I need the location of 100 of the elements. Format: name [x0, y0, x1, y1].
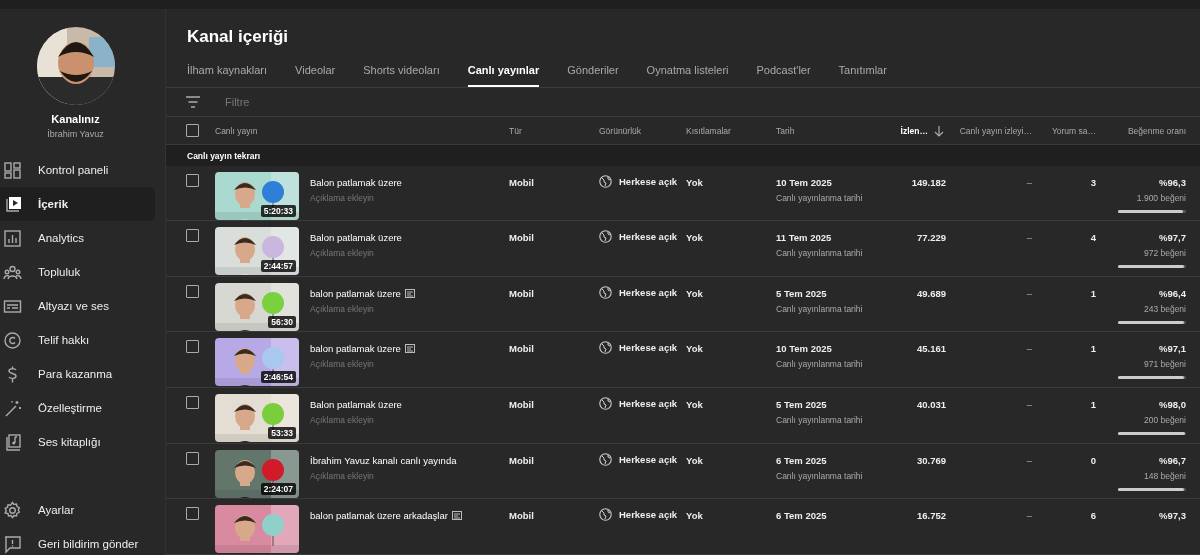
date-text: 5 Tem 2025: [776, 287, 828, 299]
nav-item[interactable]: Topluluk: [0, 255, 155, 289]
visibility-label: Herkese açık: [619, 509, 678, 521]
column-header[interactable]: Canlı yayın: [215, 125, 258, 136]
video-title[interactable]: balon patlamak üzere arkadaşlar: [310, 510, 448, 522]
date-text: 6 Tem 2025: [776, 510, 828, 522]
like-ratio: %96,7: [1159, 454, 1186, 466]
tab[interactable]: Tanıtımlar: [838, 64, 887, 88]
likes-count: 1.900 beğeni: [1136, 192, 1186, 203]
comments-count: 1: [1090, 343, 1096, 355]
checkbox[interactable]: [186, 284, 199, 298]
type-cell-text: Mobil: [509, 453, 535, 466]
like-ratio: %97,1: [1159, 343, 1186, 355]
filter-field[interactable]: Filtre: [223, 94, 427, 109]
column-header[interactable]: Görünürlük: [599, 125, 642, 136]
nav-item[interactable]: İçerik: [0, 187, 155, 221]
visibility-label: Herkese açık: [619, 175, 678, 187]
visibility-label: Herkese açık: [619, 286, 678, 298]
globe-icon: [599, 508, 612, 522]
likes-count: 972 beğeni: [1143, 248, 1186, 259]
column-header[interactable]: Canlı yayın izleyi…: [959, 125, 1032, 136]
channel-label: Kanalınız: [50, 113, 101, 125]
live-viewers-value: –: [1026, 399, 1032, 411]
live-viewers-value: –: [1026, 287, 1032, 299]
date-text: 6 Tem 2025: [776, 454, 828, 466]
column-header[interactable]: Tarih: [776, 125, 795, 136]
type-cell-text: Mobil: [509, 175, 535, 188]
tab[interactable]: Oynatma listeleri: [646, 64, 729, 88]
comments-count: 4: [1090, 232, 1096, 244]
like-ratio: %96,4: [1159, 287, 1186, 299]
visibility-label: Herkese açık: [619, 342, 678, 354]
tab[interactable]: İlham kaynakları: [187, 64, 268, 88]
nav-item[interactable]: Telif hakkı: [0, 323, 155, 357]
date-text: 10 Tem 2025: [776, 343, 833, 355]
views-count: 40.031: [916, 399, 946, 411]
tab[interactable]: Videolar: [295, 64, 336, 88]
restrictions-cell-text: Yok: [686, 509, 704, 522]
checkbox[interactable]: [186, 396, 199, 410]
like-ratio-bar: [1118, 376, 1186, 380]
copyright-icon: [3, 330, 22, 350]
date-note: Canlı yayınlanma tarihi: [776, 303, 864, 314]
checkbox[interactable]: [186, 507, 199, 521]
column-header[interactable]: İzlen…: [900, 125, 928, 136]
checkbox[interactable]: [186, 124, 199, 138]
nav-item[interactable]: Ses kitaplığı: [0, 425, 155, 459]
date-note: Canlı yayınlanma tarihi: [776, 415, 864, 426]
nav-item[interactable]: Kontrol paneli: [0, 153, 155, 187]
tab[interactable]: Canlı yayınlar: [467, 64, 540, 88]
tab[interactable]: Shorts videoları: [363, 64, 440, 88]
checkbox[interactable]: [186, 340, 199, 354]
checkbox[interactable]: [186, 451, 199, 465]
globe-icon: [599, 452, 612, 466]
column-header[interactable]: Kısıtlamalar: [686, 125, 731, 136]
comments-count: 1: [1090, 287, 1096, 299]
video-title[interactable]: Balon patlamak üzere: [310, 232, 402, 244]
live-viewers-value: –: [1026, 176, 1032, 188]
video-title[interactable]: İbrahim Yavuz kanalı canlı yayında: [310, 454, 457, 466]
date-note: Canlı yayınlanma tarihi: [776, 359, 864, 370]
tab[interactable]: Gönderiler: [567, 64, 619, 88]
globe-icon: [599, 285, 612, 299]
video-title[interactable]: balon patlamak üzere: [310, 287, 401, 299]
nav-item[interactable]: Para kazanma: [0, 357, 155, 391]
nav-item[interactable]: Özelleştirme: [0, 391, 155, 425]
live-viewers-value: –: [1026, 343, 1032, 355]
video-title[interactable]: Balon patlamak üzere: [310, 176, 402, 188]
globe-icon: [599, 230, 612, 244]
views-count: 77.229: [916, 232, 946, 244]
type-cell-text: Mobil: [509, 509, 535, 522]
nav-item[interactable]: Geri bildirim gönder: [0, 527, 155, 555]
likes-count: 148 beğeni: [1143, 470, 1186, 481]
column-header[interactable]: Beğenme oranı: [1127, 125, 1186, 136]
restrictions-cell-text: Yok: [686, 398, 704, 411]
date-note: Canlı yayınlanma tarihi: [776, 470, 864, 481]
likes-count: 243 beğeni: [1143, 303, 1186, 314]
music-note-icon: [3, 432, 22, 452]
nav-item[interactable]: Analytics: [0, 221, 155, 255]
checkbox[interactable]: [186, 229, 199, 243]
like-ratio: %96,3: [1159, 176, 1186, 188]
type-cell-text: Mobil: [509, 231, 535, 244]
restrictions-cell-text: Yok: [686, 453, 704, 466]
views-count: 30.769: [916, 454, 946, 466]
globe-icon: [599, 174, 612, 188]
restrictions-cell-text: Yok: [686, 286, 704, 299]
visibility-label: Herkese açık: [619, 398, 678, 410]
nav-item[interactable]: Altyazı ve ses: [0, 289, 155, 323]
duration-badge: 53:33: [268, 427, 296, 440]
video-title[interactable]: balon patlamak üzere: [310, 343, 401, 355]
restrictions-cell-text: Yok: [686, 342, 704, 355]
live-viewers-value: –: [1026, 454, 1032, 466]
like-ratio: %97,3: [1159, 510, 1186, 522]
date-note: Canlı yayınlanma tarihi: [776, 248, 864, 259]
column-header[interactable]: Yorum sa…: [1051, 125, 1096, 136]
tab[interactable]: Podcast'ler: [756, 64, 811, 88]
video-title[interactable]: Balon patlamak üzere: [310, 399, 402, 411]
column-header[interactable]: Tür: [509, 125, 522, 136]
checkbox[interactable]: [186, 173, 199, 187]
views-count: 149.182: [911, 176, 946, 188]
like-ratio-bar: [1118, 265, 1186, 269]
likes-count: 971 beğeni: [1143, 359, 1186, 370]
nav-item[interactable]: Ayarlar: [0, 493, 155, 527]
